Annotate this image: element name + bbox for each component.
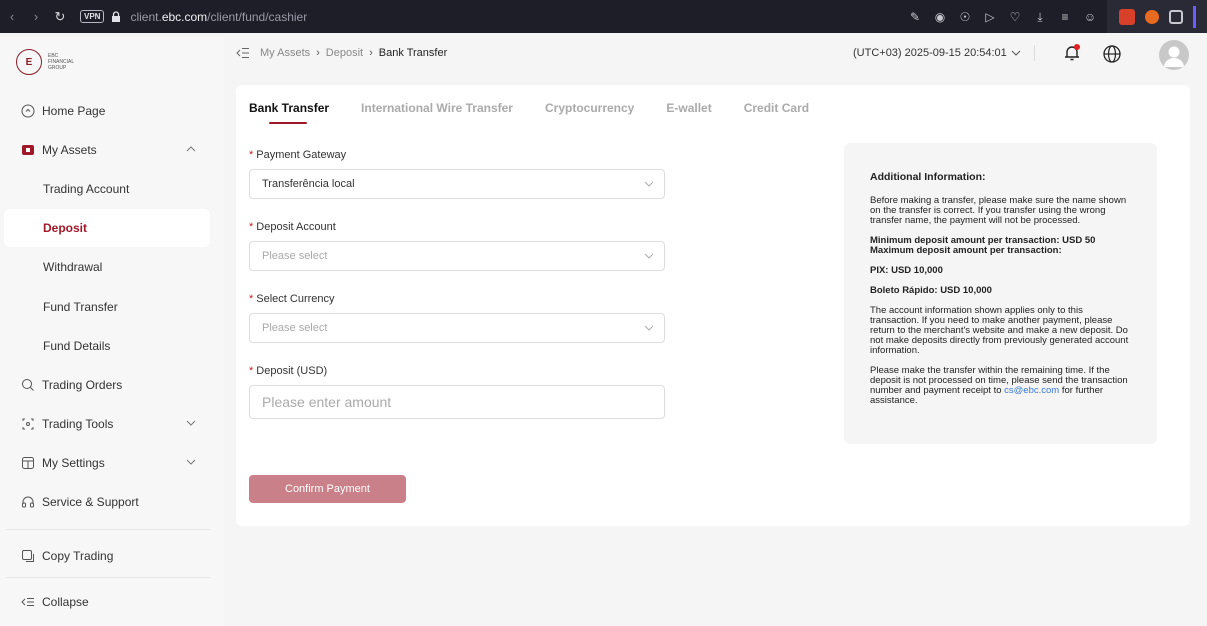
- logo[interactable]: E EBC FINANCIAL GROUP: [16, 49, 74, 75]
- reload-icon[interactable]: ↻: [48, 9, 72, 25]
- deposit-card: Bank Transfer International Wire Transfe…: [236, 85, 1190, 526]
- back-icon[interactable]: ‹: [0, 9, 24, 24]
- sidebar-divider: [6, 577, 210, 578]
- copy-trading-icon: [20, 548, 36, 564]
- tab-credit-card[interactable]: Credit Card: [744, 101, 809, 124]
- sidebar-item-fund-transfer[interactable]: Fund Transfer: [4, 288, 210, 326]
- chevron-right-icon: ›: [369, 47, 373, 59]
- cube-extension-icon[interactable]: [1169, 9, 1183, 24]
- vpn-badge[interactable]: VPN: [80, 10, 105, 23]
- sidebar-item-trading-orders[interactable]: Trading Orders: [4, 366, 210, 404]
- deposit-amount-label: * Deposit (USD): [249, 365, 328, 377]
- extension-icon[interactable]: [1119, 8, 1135, 25]
- sidebar-toggle-icon[interactable]: [1193, 5, 1196, 28]
- payment-gateway-select[interactable]: Transferência local: [249, 169, 665, 199]
- sidebar-item-trading-account[interactable]: Trading Account: [4, 170, 210, 208]
- header-divider: [1034, 45, 1035, 61]
- deposit-account-select[interactable]: Please select: [249, 241, 665, 271]
- sidebar-divider: [6, 529, 210, 530]
- chevron-down-icon: [644, 253, 654, 259]
- sidebar-item-my-assets[interactable]: My Assets: [4, 131, 210, 169]
- browser-toolbar: ‹ › ↻ VPN client.ebc.com/client/fund/cas…: [0, 0, 1207, 33]
- chevron-down-icon: [186, 420, 196, 426]
- sidebar-item-service-support[interactable]: Service & Support: [4, 483, 210, 521]
- sidebar-item-withdrawal[interactable]: Withdrawal: [4, 248, 210, 286]
- assets-icon: [20, 142, 36, 158]
- avatar[interactable]: [1159, 40, 1189, 70]
- profile-icon[interactable]: ☺: [1083, 10, 1097, 24]
- sidebar-item-fund-details[interactable]: Fund Details: [4, 327, 210, 365]
- chevron-down-icon: [1011, 50, 1021, 56]
- sidebar-item-deposit[interactable]: Deposit: [4, 209, 210, 247]
- address-bar[interactable]: client.ebc.com/client/fund/cashier: [130, 10, 307, 24]
- lock-icon: [110, 11, 122, 23]
- breadcrumb: My Assets › Deposit › Bank Transfer: [236, 47, 447, 59]
- info-paragraph: The account information shown applies on…: [870, 305, 1129, 356]
- select-currency-label: * Select Currency: [249, 293, 335, 305]
- tab-cryptocurrency[interactable]: Cryptocurrency: [545, 101, 634, 124]
- sidebar: E EBC FINANCIAL GROUP Home Page My Asset…: [0, 37, 224, 626]
- chevron-down-icon: [186, 459, 196, 465]
- user-icon: [1164, 46, 1184, 67]
- payment-tabs: Bank Transfer International Wire Transfe…: [249, 101, 809, 124]
- info-paragraph: Before making a transfer, please make su…: [870, 195, 1127, 226]
- fox-extension-icon[interactable]: [1145, 9, 1159, 24]
- deposit-account-label: * Deposit Account: [249, 221, 336, 233]
- camera-icon[interactable]: ◉: [933, 10, 947, 24]
- menu-fold-icon[interactable]: [236, 47, 250, 59]
- tools-icon: [20, 416, 36, 432]
- boleto-limit: Boleto Rápido: USD 10,000: [870, 285, 992, 296]
- collapse-button[interactable]: Collapse: [4, 583, 210, 621]
- deposit-limits: Minimum deposit amount per transaction: …: [870, 235, 1096, 256]
- info-title: Additional Information:: [870, 171, 986, 183]
- breadcrumb-my-assets[interactable]: My Assets: [260, 47, 310, 59]
- download-icon[interactable]: ⤓: [1033, 10, 1047, 24]
- sidebar-item-home[interactable]: Home Page: [4, 92, 210, 130]
- support-icon: [20, 494, 36, 510]
- menu-icon[interactable]: ≡: [1058, 10, 1072, 24]
- shield-icon[interactable]: ☉: [958, 10, 972, 24]
- tab-bank-transfer[interactable]: Bank Transfer: [249, 101, 329, 124]
- edit-icon[interactable]: ✎: [908, 10, 922, 24]
- sidebar-item-trading-tools[interactable]: Trading Tools: [4, 405, 210, 443]
- sidebar-item-my-settings[interactable]: My Settings: [4, 444, 210, 482]
- notification-bell-icon[interactable]: [1062, 43, 1082, 63]
- play-icon[interactable]: ▷: [983, 10, 997, 24]
- pix-limit: PIX: USD 10,000: [870, 265, 943, 276]
- orders-icon: [20, 377, 36, 393]
- forward-icon[interactable]: ›: [24, 9, 48, 24]
- timezone-text: (UTC+03) 2025-09-15 20:54:01: [853, 47, 1007, 59]
- currency-select[interactable]: Please select: [249, 313, 665, 343]
- home-icon: [20, 103, 36, 119]
- chevron-right-icon: ›: [316, 47, 320, 59]
- breadcrumb-deposit[interactable]: Deposit: [326, 47, 363, 59]
- confirm-payment-button[interactable]: Confirm Payment: [249, 475, 406, 503]
- payment-gateway-label: * Payment Gateway: [249, 149, 347, 161]
- chevron-down-icon: [644, 181, 654, 187]
- support-email-link[interactable]: cs@ebc.com: [1004, 385, 1059, 396]
- logo-icon: E: [16, 49, 42, 75]
- settings-icon: [20, 455, 36, 471]
- collapse-icon: [20, 594, 36, 610]
- sidebar-item-copy-trading[interactable]: Copy Trading: [4, 537, 210, 575]
- additional-info-panel: Additional Information: Before making a …: [844, 143, 1157, 444]
- timezone-selector[interactable]: (UTC+03) 2025-09-15 20:54:01: [853, 47, 1021, 59]
- top-header: My Assets › Deposit › Bank Transfer (UTC…: [224, 37, 1207, 71]
- chevron-down-icon: [644, 325, 654, 331]
- deposit-amount-input[interactable]: [249, 385, 665, 419]
- breadcrumb-bank-transfer: Bank Transfer: [378, 47, 448, 59]
- heart-icon[interactable]: ♡: [1008, 10, 1022, 24]
- tab-e-wallet[interactable]: E-wallet: [666, 101, 711, 124]
- globe-icon[interactable]: [1102, 44, 1122, 64]
- tab-international-wire-transfer[interactable]: International Wire Transfer: [361, 101, 513, 124]
- info-paragraph: Please make the transfer within the rema…: [870, 365, 1128, 406]
- chevron-up-icon: [186, 146, 196, 152]
